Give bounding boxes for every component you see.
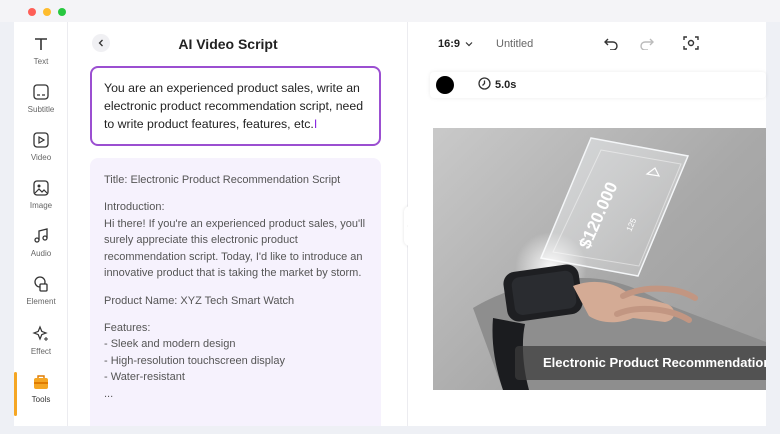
aspect-ratio-select[interactable]: 16:9 — [438, 38, 473, 50]
rail-item-label: Image — [29, 201, 53, 210]
video-icon — [31, 130, 51, 150]
image-icon — [31, 178, 51, 198]
result-title-line: Title: Electronic Product Recommendation… — [104, 174, 341, 186]
window-titlebar — [0, 0, 780, 22]
duration-value: 5.0s — [495, 79, 517, 91]
element-icon — [31, 274, 51, 294]
rail-item-label: Video — [30, 153, 52, 162]
intro-text: Hi there! If you're an experienced produ… — [104, 217, 366, 280]
close-window-button[interactable] — [28, 8, 36, 16]
rail-item-image[interactable]: Image — [14, 178, 68, 222]
editor-topbar: 16:9 Untitled — [408, 22, 766, 68]
toolbox-icon — [31, 372, 51, 392]
rail-item-subtitle[interactable]: Subtitle — [14, 82, 68, 126]
product-name-line: Product Name: XYZ Tech Smart Watch — [104, 294, 295, 307]
clock-icon — [478, 77, 491, 93]
rail-item-label: Element — [26, 297, 56, 306]
screenshot-button[interactable] — [682, 35, 700, 56]
undo-icon — [603, 36, 619, 55]
video-preview-canvas[interactable]: $120.000 125 Electronic Product Recommen… — [433, 128, 766, 390]
music-note-icon — [31, 226, 51, 246]
prompt-text: You are an experienced product sales, wr… — [104, 81, 364, 131]
features-heading: Features: — [104, 321, 151, 334]
rail-item-tools[interactable]: Tools — [14, 372, 68, 416]
redo-button[interactable] — [638, 36, 656, 54]
rail-item-audio[interactable]: Audio — [14, 226, 68, 270]
rail-item-effect[interactable]: Effect — [14, 324, 68, 368]
editor-area: 16:9 Untitled 5.0s $120.000 125 Electron… — [408, 22, 766, 426]
text-icon — [31, 34, 51, 54]
rail-item-text[interactable]: Text — [14, 34, 68, 78]
sparkle-icon — [31, 324, 51, 344]
duration-control[interactable]: 5.0s — [478, 77, 516, 93]
text-color-picker[interactable] — [436, 76, 454, 94]
rail-item-label: Tools — [31, 395, 51, 404]
aspect-ratio-value: 16:9 — [438, 38, 461, 50]
element-toolbar: 5.0s — [430, 72, 766, 98]
prompt-input[interactable]: You are an experienced product sales, wr… — [90, 66, 381, 146]
more-ellipsis: ... — [104, 388, 114, 401]
rail-item-label: Effect — [30, 347, 52, 356]
subtitle-icon — [31, 82, 51, 102]
document-title[interactable]: Untitled — [496, 38, 533, 50]
video-caption-text[interactable]: Electronic Product Recommendation — [515, 346, 766, 380]
intro-heading: Introduction: — [104, 201, 165, 214]
camera-capture-icon — [683, 35, 699, 56]
rail-item-label: Subtitle — [27, 105, 55, 114]
redo-icon — [639, 36, 655, 55]
rail-item-label: Audio — [30, 249, 52, 258]
undo-button[interactable] — [602, 36, 620, 54]
feature-item: - High-resolution touchscreen display — [104, 354, 285, 367]
rail-item-label: Text — [33, 57, 49, 66]
chevron-down-icon — [465, 38, 473, 50]
ai-script-panel: AI Video Script You are an experienced p… — [68, 22, 408, 426]
minimize-window-button[interactable] — [43, 8, 51, 16]
maximize-window-button[interactable] — [58, 8, 66, 16]
rail-item-element[interactable]: Element — [14, 274, 68, 318]
left-toolbar: Text Subtitle Video Image Audio Element — [14, 22, 68, 426]
script-result[interactable]: Title: Electronic Product Recommendation… — [90, 158, 381, 426]
feature-item: - Sleek and modern design — [104, 338, 236, 351]
rail-item-video[interactable]: Video — [14, 130, 68, 174]
text-cursor-icon: I — [313, 117, 318, 131]
feature-item: - Water-resistant — [104, 371, 185, 384]
panel-title: AI Video Script — [178, 36, 278, 52]
